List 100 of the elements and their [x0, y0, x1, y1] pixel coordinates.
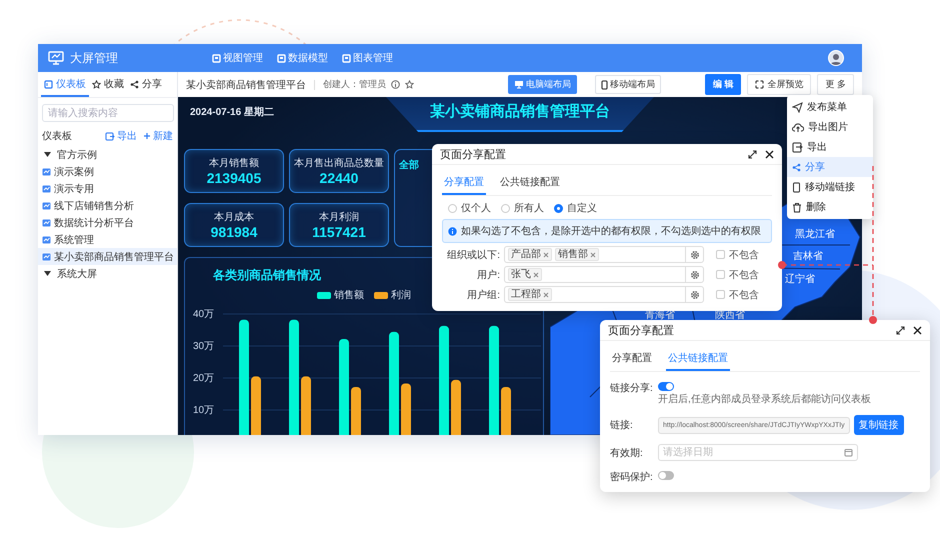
menu-item[interactable]: 删除: [787, 197, 873, 217]
sidebar-tab[interactable]: 收藏: [89, 72, 127, 97]
checkbox[interactable]: [716, 290, 725, 299]
calendar-icon: [844, 448, 853, 457]
dialog-tab[interactable]: 分享配置: [610, 347, 654, 371]
share-icon: [792, 162, 801, 172]
kpi-value: 981984: [210, 224, 258, 240]
tree-item[interactable]: 线下店铺销售分析: [38, 197, 177, 214]
field-label: 有效期:: [610, 446, 644, 460]
edit-button[interactable]: 编 辑: [704, 74, 742, 95]
tree-item[interactable]: 系统管理: [38, 231, 177, 248]
chart-bar: [501, 386, 511, 435]
axis-label: 10万: [193, 405, 214, 416]
dialog-title: 页面分享配置: [440, 148, 507, 162]
checkbox[interactable]: [716, 250, 725, 259]
tree-item[interactable]: 数据统计分析平台: [38, 214, 177, 231]
field-label: 用户:: [476, 268, 500, 282]
radio-label: 所有人: [514, 202, 544, 215]
toggle-switch[interactable]: [658, 382, 674, 391]
kpi-label: 本月利润: [319, 210, 359, 224]
field-label: 链接分享:: [610, 382, 654, 395]
export-icon: [105, 132, 115, 140]
panel-title: 全部: [399, 160, 419, 171]
radio-label: 自定义: [567, 202, 597, 215]
chart-icon: [42, 236, 51, 244]
axis-label: 40万: [193, 309, 214, 320]
layout-button[interactable]: 电脑端布局: [508, 75, 577, 94]
plus-icon: [143, 132, 151, 140]
diagonal-arrow-icon: [748, 150, 757, 158]
chart-bar: [401, 383, 411, 435]
select-field[interactable]: 张飞: [504, 266, 704, 283]
radio-button[interactable]: [554, 204, 563, 212]
menu-item[interactable]: 导出: [787, 137, 873, 157]
chart-bar: [451, 380, 461, 435]
tag: 产品部: [508, 248, 552, 261]
cloud-upload-icon: [792, 122, 804, 132]
paper-plane-icon: [792, 102, 803, 112]
monitor-chart-icon: [48, 51, 64, 65]
checkbox[interactable]: [716, 270, 725, 279]
avatar-icon[interactable]: [828, 50, 844, 66]
section-title: 仪表板: [42, 130, 73, 143]
sidebar-action-link[interactable]: 新建: [143, 129, 173, 143]
share-icon: [130, 80, 139, 88]
sidebar-tab[interactable]: 仪表板: [41, 72, 89, 97]
fullscreen-button[interactable]: 全屏预览: [747, 74, 812, 95]
maximize-button[interactable]: [896, 326, 905, 334]
more-button[interactable]: 更 多: [817, 74, 854, 95]
select-field[interactable]: 产品部 销售部: [504, 246, 704, 263]
maximize-button[interactable]: [748, 150, 757, 158]
tree-folder[interactable]: 官方示例: [38, 146, 177, 163]
chart-icon: [42, 218, 51, 226]
axis-label: 20万: [193, 373, 214, 384]
chart-icon: [42, 168, 51, 176]
chart-bar: [251, 376, 261, 435]
sidebar-tab[interactable]: 分享: [127, 72, 165, 97]
dashboard-name: 某小卖部商品销售管理平台: [186, 78, 306, 92]
sidebar-action-link[interactable]: 导出: [105, 129, 137, 143]
field-label: 用户组:: [466, 288, 500, 302]
diagonal-arrow-icon: [896, 326, 905, 334]
window-icon: [342, 54, 351, 62]
dialog-tab[interactable]: 分享配置: [442, 171, 486, 195]
close-icon: [543, 252, 549, 258]
menu-item[interactable]: 移动端链接: [787, 177, 873, 197]
chart-icon: [42, 184, 51, 192]
menu-item[interactable]: 发布菜单: [787, 97, 873, 117]
help-text: 开启后,任意内部成员登录系统后都能访问仪表板: [658, 392, 871, 406]
tree-item[interactable]: 演示专用: [38, 180, 177, 197]
radio-button[interactable]: [448, 204, 457, 212]
axis-label: 30万: [193, 341, 214, 352]
copy-link-button[interactable]: 复制链接: [854, 415, 904, 435]
close-button[interactable]: [765, 150, 774, 158]
kpi-label: 本月销售额: [209, 156, 259, 170]
dialog-tab[interactable]: 公共链接配置: [498, 171, 562, 195]
dialog-title: 页面分享配置: [608, 324, 675, 338]
info-icon: [391, 80, 400, 89]
search-field[interactable]: 请输入搜索内容: [42, 104, 174, 122]
tree-item[interactable]: 某小卖部商品销售管理平台: [38, 248, 177, 265]
alert-text: 如果勾选了不包含，是除开选中的都有权限，不勾选则选中的有权限: [461, 224, 761, 238]
select-field[interactable]: 工程部: [504, 286, 704, 303]
tree-folder[interactable]: 系统大屏: [38, 265, 177, 282]
window-icon: [277, 54, 286, 62]
field-label: 密码保护:: [610, 470, 654, 484]
date-field[interactable]: 请选择日期: [658, 444, 858, 461]
toggle-switch[interactable]: [658, 471, 674, 480]
phone-icon: [792, 182, 801, 192]
kpi-label: 本月成本: [214, 210, 254, 224]
radio-button[interactable]: [501, 204, 510, 212]
dialog-tab[interactable]: 公共链接配置: [666, 347, 730, 371]
dashboard-icon: [44, 80, 53, 88]
phone-icon: [600, 80, 608, 90]
close-button[interactable]: [913, 326, 922, 334]
field-label: 组织或以下:: [446, 248, 500, 262]
legend-label: 利润: [391, 288, 411, 302]
star-icon: [405, 80, 414, 89]
monitor-icon: [514, 80, 524, 89]
tag: 张飞: [508, 268, 542, 281]
tree-item[interactable]: 演示案例: [38, 163, 177, 180]
menu-item[interactable]: 导出图片: [787, 117, 873, 137]
layout-button[interactable]: 移动端布局: [594, 75, 661, 94]
kpi-value: 22440: [320, 170, 358, 186]
